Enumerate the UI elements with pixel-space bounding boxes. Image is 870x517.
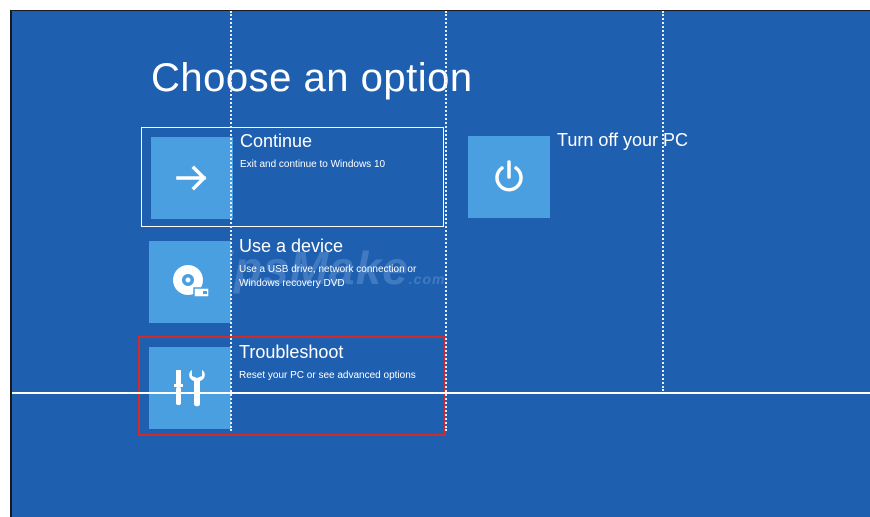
tools-icon: [174, 370, 205, 407]
guide-line-1: [230, 11, 232, 431]
option-troubleshoot[interactable]: Troubleshoot Reset your PC or see advanc…: [138, 336, 446, 439]
disc-drive-icon: [173, 265, 210, 298]
continue-tile[interactable]: [151, 137, 233, 219]
arrow-right-icon: [176, 165, 207, 191]
option-use-a-device[interactable]: Use a device Use a USB drive, network co…: [141, 233, 444, 333]
option-turn-off[interactable]: Turn off your PC: [459, 127, 719, 227]
recovery-screen: Choose an option TipsMake.com Continue E…: [10, 10, 870, 517]
use-a-device-label: Use a device: [239, 236, 344, 256]
troubleshoot-label: Troubleshoot: [239, 342, 344, 362]
use-a-device-tile[interactable]: [149, 241, 231, 323]
page-title: Choose an option: [151, 56, 473, 100]
turn-off-tile[interactable]: [468, 136, 550, 218]
power-icon: [495, 160, 523, 192]
guide-line-horizontal: [12, 392, 870, 394]
continue-description: Exit and continue to Windows 10: [240, 159, 386, 170]
troubleshoot-description: Reset your PC or see advanced options: [239, 370, 416, 381]
continue-label: Continue: [240, 131, 313, 151]
option-continue[interactable]: Continue Exit and continue to Windows 10: [141, 127, 444, 227]
troubleshoot-tile[interactable]: [149, 347, 231, 429]
use-a-device-description: Use a USB drive, network connection or W…: [239, 264, 417, 289]
turn-off-label: Turn off your PC: [557, 130, 689, 150]
guide-line-2: [445, 11, 447, 431]
guide-line-3: [662, 11, 664, 391]
